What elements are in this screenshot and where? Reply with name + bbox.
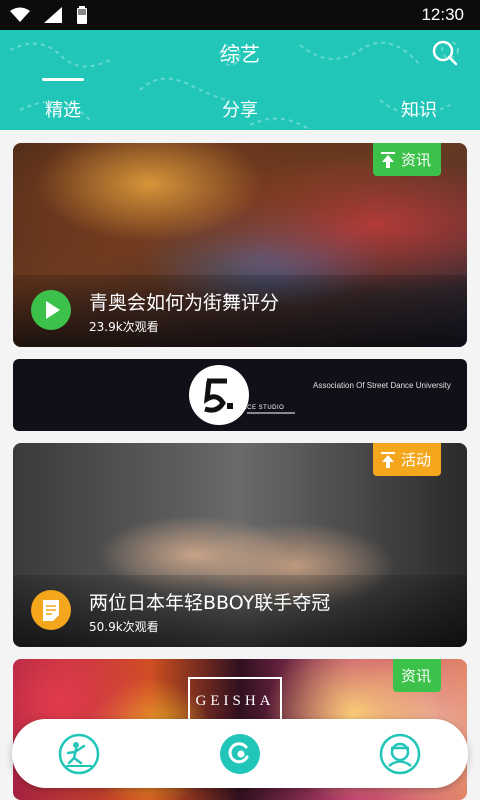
pin-top-icon [380, 451, 395, 468]
feed-card[interactable]: 资讯 青奥会如何为街舞评分 23.9k次观看 [13, 143, 467, 347]
nav-profile[interactable] [379, 733, 421, 775]
search-icon [432, 40, 458, 66]
feed-card[interactable]: 活动 两位日本年轻BBOY联手夺冠 50.9k次观看 [13, 443, 467, 647]
bottom-nav [12, 719, 468, 788]
home-icon [220, 734, 260, 774]
signal-icon [44, 7, 62, 23]
view-count: 23.9k次观看 [89, 320, 159, 334]
promo-banner[interactable]: DANCE STUDIO Association Of Street Dance… [13, 359, 467, 431]
page-title: 综艺 [220, 42, 260, 66]
tab-bar: 精选 分享 知识 [0, 96, 480, 130]
dancer-icon [58, 733, 100, 775]
play-icon [46, 301, 60, 319]
app-screen: 12:30 综艺 精选 分享 知识 资讯 青奥会如何为街舞评分 23.9k次观看… [0, 0, 480, 800]
play-button[interactable] [31, 290, 71, 330]
studio-logo [189, 365, 295, 425]
category-badge: 资讯 [392, 659, 441, 692]
wifi-icon [10, 7, 30, 22]
tab-featured[interactable]: 精选 [23, 96, 103, 122]
battery-icon [77, 6, 87, 24]
tab-indicator [42, 78, 84, 81]
card-title: 两位日本年轻BBOY联手夺冠 [89, 592, 331, 614]
card-title: 青奥会如何为街舞评分 [89, 292, 280, 314]
tab-share[interactable]: 分享 [200, 96, 280, 122]
tab-knowledge[interactable]: 知识 [379, 96, 459, 122]
note-icon [43, 600, 59, 621]
category-badge: 活动 [372, 443, 441, 476]
profile-icon [379, 733, 421, 775]
category-badge: 资讯 [372, 143, 441, 176]
banner-caption: Association Of Street Dance University [313, 381, 451, 390]
nav-home[interactable] [219, 733, 261, 775]
nav-dance[interactable] [58, 733, 100, 775]
view-count: 50.9k次观看 [89, 620, 159, 634]
status-bar: 12:30 [0, 0, 480, 30]
status-time: 12:30 [421, 5, 464, 24]
search-button[interactable] [430, 38, 460, 68]
studio-label: DANCE STUDIO [233, 405, 285, 411]
article-button[interactable] [31, 590, 71, 630]
header: 综艺 精选 分享 知识 [0, 30, 480, 130]
pin-top-icon [380, 151, 395, 168]
